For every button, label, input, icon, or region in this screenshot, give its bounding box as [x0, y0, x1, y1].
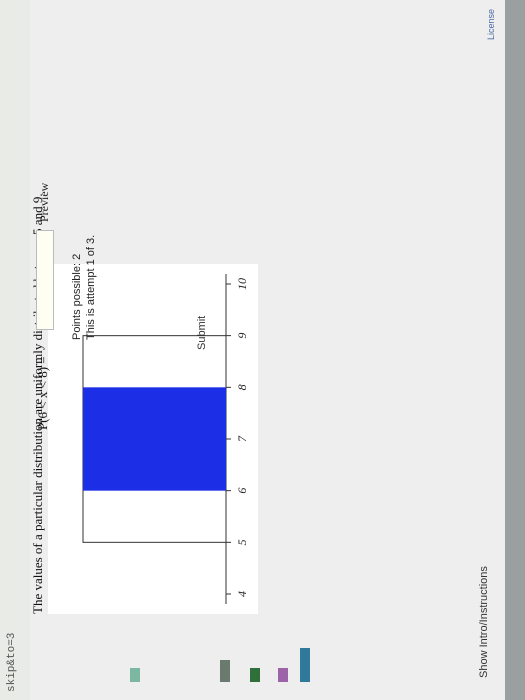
taskbar-app-icon[interactable]	[250, 668, 260, 682]
browser-side-strip: skip&to=3	[0, 0, 310, 700]
rotated-page: skip&to=3 The values of a particular dis…	[0, 0, 525, 700]
x-tick-label: 8	[235, 384, 249, 390]
taskbar-app-icon[interactable]	[300, 648, 310, 682]
probability-label: P(6 < x < 8) =	[35, 356, 50, 430]
x-tick-label: 5	[235, 539, 249, 545]
x-tick-label: 7	[235, 435, 249, 442]
x-tick-label: 10	[235, 278, 249, 290]
question-page: skip&to=3 The values of a particular dis…	[0, 0, 525, 700]
license-link[interactable]: License	[486, 9, 496, 40]
attempt-info: Points possible: 2 This is attempt 1 of …	[70, 235, 98, 340]
submit-button[interactable]: Submit	[196, 316, 208, 350]
points-possible: Points possible: 2	[71, 253, 83, 340]
preview-button[interactable]: Preview	[37, 183, 52, 222]
show-intro-link[interactable]: Show Intro/Instructions	[478, 566, 490, 678]
page-right-strip	[505, 0, 525, 700]
url-fragment: skip&to=3	[6, 632, 18, 692]
x-tick-label: 9	[235, 333, 249, 339]
taskbar-app-icon[interactable]	[130, 668, 140, 682]
taskbar-app-icon[interactable]	[278, 668, 288, 682]
shaded-probability-region	[83, 387, 226, 491]
attempt-count: This is attempt 1 of 3.	[85, 234, 97, 340]
x-tick-label: 4	[235, 591, 249, 597]
taskbar-app-icon[interactable]	[220, 660, 230, 682]
x-tick-label: 6	[235, 488, 249, 494]
answer-input[interactable]	[36, 230, 54, 330]
